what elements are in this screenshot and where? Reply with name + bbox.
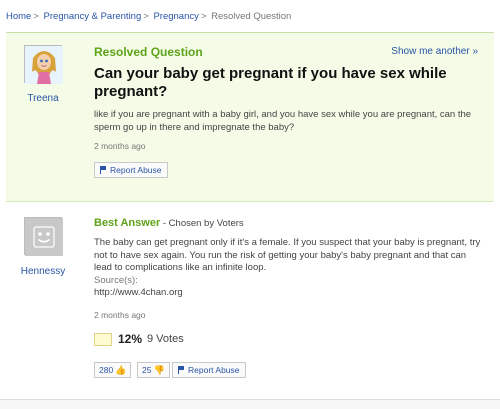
thumbs-down-count: 25 [142,365,152,375]
breadcrumb-pregnancy-parenting[interactable]: Pregnancy & Parenting [44,11,142,22]
question-title: Can your baby get pregnant if you have s… [94,65,447,100]
report-abuse-label: Report Abuse [188,365,240,375]
question-timestamp: 2 months ago [94,141,146,151]
asker-avatar[interactable] [24,45,63,84]
sources-label: Source(s): [94,275,138,286]
best-answer-header: Best Answer - Chosen by Voters [94,217,244,229]
question-panel: Treena Resolved Question Show me another… [6,32,494,202]
answerer-name[interactable]: Hennessy [18,266,68,277]
resolved-question-label: Resolved Question [94,45,203,59]
thumbs-down-icon: 👎 [153,365,165,375]
report-abuse-button[interactable]: Report Abuse [94,162,168,178]
source-link[interactable]: http://www.4chan.org [94,287,183,298]
default-avatar-icon [25,218,63,256]
vote-percent: 12% [118,332,143,346]
show-me-another-link[interactable]: Show me another » [391,46,478,57]
answerer-avatar[interactable] [24,217,63,256]
thumbs-down-button[interactable]: 25 👎 [137,362,170,378]
thumbs-up-button[interactable]: 280 👍 [94,362,132,378]
asker-name[interactable]: Treena [18,93,68,104]
flag-icon [178,366,185,374]
best-answer-panel: Hennessy Best Answer - Chosen by Voters … [6,205,494,395]
answer-timestamp: 2 months ago [94,310,146,320]
report-abuse-label: Report Abuse [110,165,162,175]
flag-icon [100,166,107,174]
breadcrumb-home[interactable]: Home [6,11,31,22]
thumbs-up-icon: 👍 [115,365,127,375]
answer-report-abuse-button[interactable]: Report Abuse [172,362,246,378]
thumbs-up-count: 280 [99,365,114,375]
breadcrumb-separator: > [143,11,149,22]
vote-bar [94,333,112,346]
question-body: like if you are pregnant with a baby gir… [94,109,472,133]
vote-count: 9 Votes [147,333,184,345]
breadcrumb-separator: > [200,11,207,22]
doll-avatar-icon [25,46,63,84]
breadcrumb-current: Resolved Question [211,11,292,22]
breadcrumb-separator: > [33,11,39,22]
breadcrumb-pregnancy[interactable]: Pregnancy [153,11,198,22]
chosen-by-label: - Chosen by Voters [162,218,244,229]
answer-body: The baby can get pregnant only if it's a… [94,237,481,273]
bottom-toolbar [0,399,500,409]
breadcrumb: Home > Pregnancy & Parenting > Pregnancy > … [6,11,291,22]
best-answer-label: Best Answer [94,217,161,229]
